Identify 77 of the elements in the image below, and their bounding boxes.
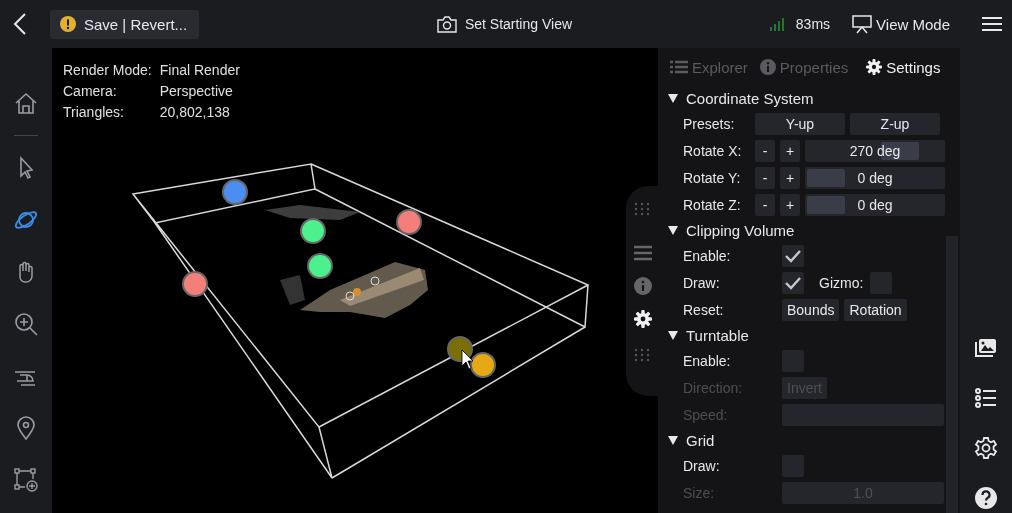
menu-icon[interactable] xyxy=(982,16,1002,32)
handle-dot[interactable] xyxy=(396,209,422,235)
expand-triangle-icon[interactable] xyxy=(668,330,678,340)
settings-icon[interactable] xyxy=(634,310,652,328)
home-tool-icon[interactable] xyxy=(13,91,39,117)
decrement-button[interactable]: - xyxy=(755,193,775,216)
panel-tab[interactable]: Settings xyxy=(866,58,941,76)
view-mode-button[interactable]: View Mode xyxy=(846,13,956,35)
increment-button[interactable]: + xyxy=(780,166,800,189)
handle-dot[interactable] xyxy=(222,179,248,205)
info-label: Camera: xyxy=(63,83,118,99)
setting-label: Reset: xyxy=(683,301,725,318)
action-button[interactable]: Rotation xyxy=(844,298,907,321)
list-icon[interactable] xyxy=(974,386,998,410)
section-header[interactable]: Turntable xyxy=(666,323,960,347)
checkbox[interactable] xyxy=(782,244,804,267)
info-label: Render Mode: xyxy=(63,62,152,78)
info-icon xyxy=(759,59,776,75)
rotation-slider[interactable]: 0 deg xyxy=(805,193,945,216)
setting-label: Draw: xyxy=(683,457,721,474)
setting-label: Rotate Y: xyxy=(683,169,742,186)
cursor-icon xyxy=(461,349,474,370)
save-button[interactable]: Save | Revert... xyxy=(50,9,200,39)
setting-label: Gizmo: xyxy=(819,274,864,291)
images-icon[interactable] xyxy=(974,336,998,360)
section-header[interactable]: Grid xyxy=(666,428,960,452)
help-icon[interactable] xyxy=(974,486,998,510)
info-value: Final Render xyxy=(159,62,240,78)
slider-thumb[interactable] xyxy=(807,168,845,187)
rotation-slider[interactable]: 0 deg xyxy=(805,166,945,189)
handle-dot[interactable] xyxy=(300,218,326,244)
preset-button[interactable]: Y-up xyxy=(755,112,845,135)
measure-tool-icon[interactable] xyxy=(13,467,39,493)
grip-icon[interactable] xyxy=(634,346,652,364)
handle-dot[interactable] xyxy=(182,271,208,297)
preset-button[interactable]: Z-up xyxy=(850,112,940,135)
grip-icon[interactable] xyxy=(634,200,652,218)
set-starting-view-button[interactable]: Set Starting View xyxy=(430,14,579,34)
increment-button[interactable]: + xyxy=(780,139,800,162)
setting-label: Direction: xyxy=(683,379,744,396)
list-icon xyxy=(670,60,688,74)
rotation-slider[interactable]: 270 deg xyxy=(805,139,945,162)
setting-label: Rotate X: xyxy=(683,142,743,159)
setting-label: Presets: xyxy=(683,115,736,132)
expand-triangle-icon[interactable] xyxy=(668,225,678,235)
info-value: 20,802,138 xyxy=(159,104,231,120)
decrement-button[interactable]: - xyxy=(755,166,775,189)
info-icon[interactable] xyxy=(634,277,652,295)
slider-thumb[interactable] xyxy=(807,195,845,214)
expand-triangle-icon[interactable] xyxy=(668,435,678,445)
setting-label: Enable: xyxy=(683,247,732,264)
zoom-tool-icon[interactable] xyxy=(13,311,39,337)
section-header[interactable]: Coordinate System xyxy=(666,86,960,110)
handle-dot[interactable] xyxy=(307,253,333,279)
setting-label: Draw: xyxy=(683,274,721,291)
signal-icon xyxy=(769,17,786,31)
monitor-icon xyxy=(852,14,873,34)
back-icon[interactable] xyxy=(12,12,28,36)
setting-label: Size: xyxy=(683,484,716,501)
settings-icon xyxy=(866,59,883,75)
warning-icon xyxy=(60,16,76,32)
expand-triangle-icon[interactable] xyxy=(668,93,678,103)
camera-icon xyxy=(436,15,457,33)
latency-text: 83ms xyxy=(795,16,831,32)
setting-label: Rotate Z: xyxy=(683,196,742,213)
checkbox[interactable] xyxy=(782,271,804,294)
info-value: Perspective xyxy=(159,83,234,99)
setting-label: Enable: xyxy=(683,352,732,369)
panel-handle[interactable] xyxy=(626,186,660,396)
decrement-button[interactable]: - xyxy=(755,139,775,162)
handle-dot[interactable] xyxy=(470,352,496,378)
info-label: Triangles: xyxy=(63,104,125,120)
settings-icon[interactable] xyxy=(974,436,998,460)
setting-label: Speed: xyxy=(683,406,729,423)
increment-button[interactable]: + xyxy=(780,193,800,216)
action-button[interactable]: Bounds xyxy=(782,298,840,321)
section-header[interactable]: Clipping Volume xyxy=(666,218,960,242)
